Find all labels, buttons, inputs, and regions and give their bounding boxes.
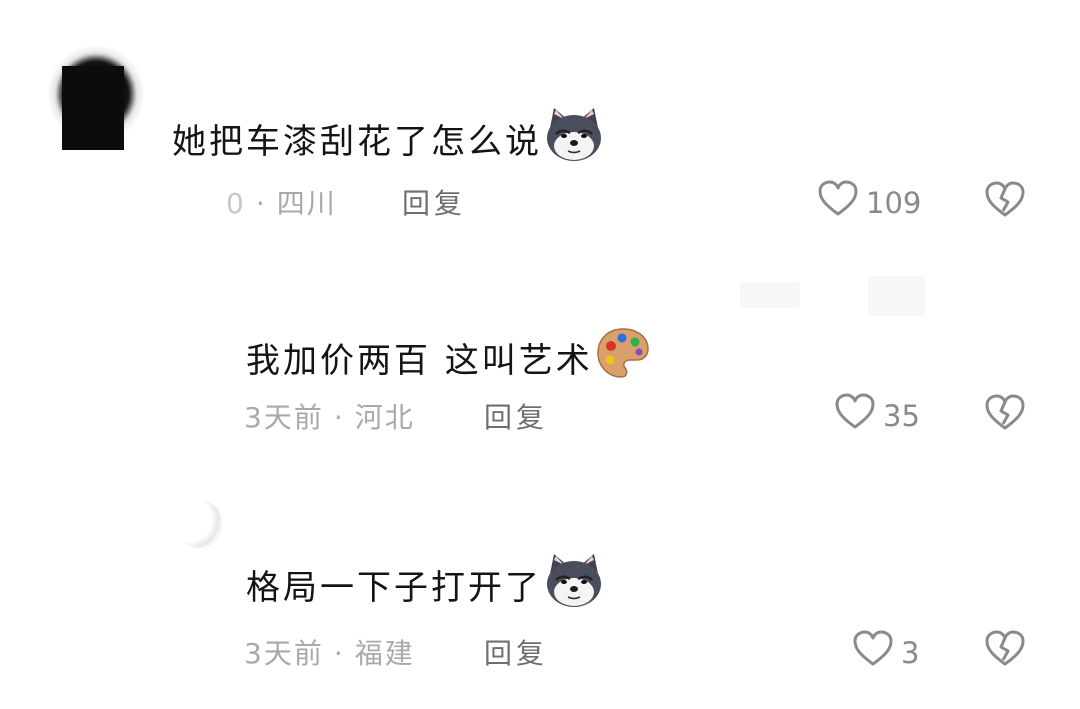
reply-button[interactable]: 回复	[484, 632, 548, 672]
comment-meta: 0 · 四川	[226, 187, 337, 220]
comment-location: 河北	[354, 401, 415, 434]
comment-text: 我加价两百 这叫艺术	[246, 326, 651, 389]
comment-location: 福建	[354, 637, 415, 670]
comment-time: 0	[226, 187, 246, 220]
comment-text: 格局一下子打开了	[246, 552, 604, 617]
comment-meta: 3天前 · 福建	[244, 637, 415, 670]
faint-header	[740, 282, 800, 308]
comment-location: 四川	[276, 187, 337, 220]
palette-icon	[595, 326, 651, 389]
faint-header	[868, 276, 926, 316]
dislike-button[interactable]	[985, 181, 1025, 221]
avatar[interactable]	[62, 66, 124, 150]
broken-heart-icon	[985, 394, 1025, 436]
comment-text-label: 她把车漆刮花了怎么说	[172, 122, 542, 162]
heart-icon	[835, 393, 875, 438]
comment-text-label: 格局一下子打开了	[246, 568, 542, 608]
like-button[interactable]: 109	[818, 180, 921, 225]
like-count: 35	[883, 398, 920, 433]
comment-text: 她把车漆刮花了怎么说	[172, 106, 604, 171]
broken-heart-icon	[985, 181, 1025, 223]
doge-icon	[544, 106, 604, 171]
comment-text-label: 我加价两百 这叫艺术	[246, 341, 593, 381]
comment-time: 3天前	[244, 401, 324, 434]
reply-button[interactable]: 回复	[484, 396, 548, 436]
heart-icon	[818, 180, 858, 225]
like-button[interactable]: 35	[835, 393, 920, 438]
like-button[interactable]: 3	[853, 630, 919, 675]
reply-button[interactable]: 回复	[402, 182, 466, 222]
like-count: 3	[901, 635, 920, 670]
comment-meta: 3天前 · 河北	[244, 401, 415, 434]
heart-icon	[853, 630, 893, 675]
like-count: 109	[866, 185, 922, 220]
broken-heart-icon	[985, 630, 1025, 672]
dislike-button[interactable]	[985, 630, 1025, 670]
dislike-button[interactable]	[985, 394, 1025, 434]
doge-icon	[544, 552, 604, 617]
comment-time: 3天前	[244, 637, 324, 670]
avatar[interactable]	[175, 500, 223, 548]
